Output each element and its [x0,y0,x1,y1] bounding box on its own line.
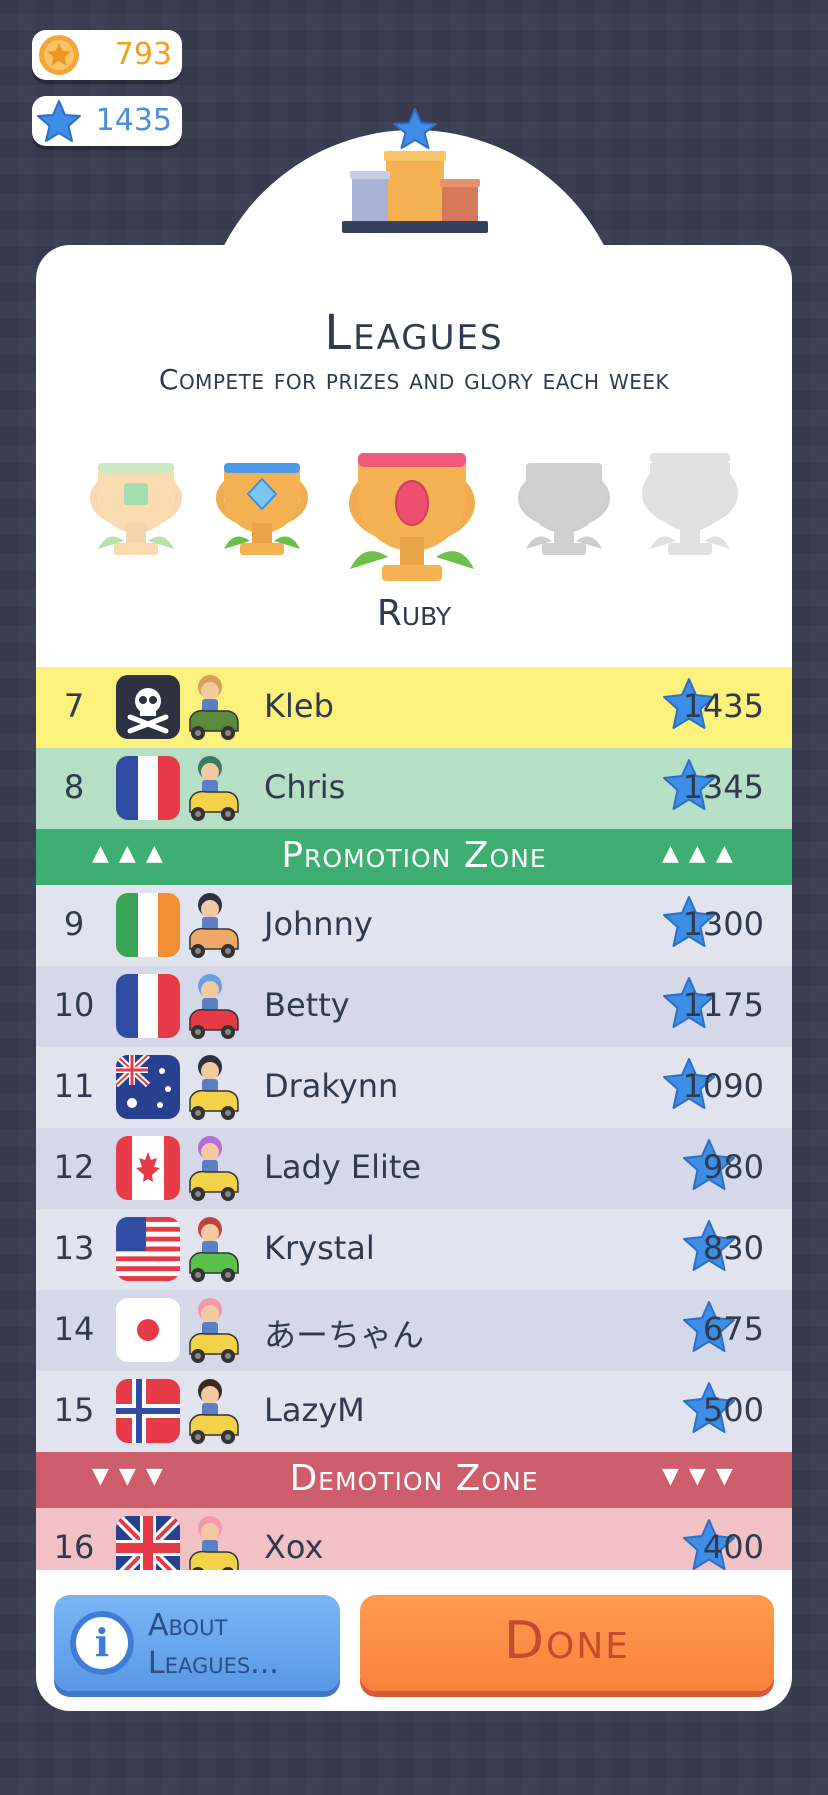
ruby-trophy-icon [349,453,475,581]
star-counter[interactable]: 1435 [32,96,182,146]
uk-flag-icon [116,1516,180,1570]
done-label: Done [503,1611,631,1671]
norway-flag-icon [116,1379,180,1443]
rank-number: 13 [53,1229,95,1267]
rank-number: 12 [53,1148,95,1186]
player-score: 500 [702,1391,764,1429]
leagues-card: Leagues Compete for prizes and glory eac… [36,245,792,1711]
racer-avatar [186,1051,240,1123]
player-score: 1345 [682,768,764,806]
rank-number: 14 [53,1310,95,1348]
coin-icon [39,35,79,75]
player-name: Betty [264,986,350,1024]
locked-trophy-icon [518,463,610,555]
france-flag-icon [116,756,180,820]
player-name: Krystal [264,1229,375,1267]
player-name: Johnny [264,905,373,943]
racer-avatar [186,970,240,1042]
table-row[interactable]: 14 あーちゃん 675 [36,1290,792,1371]
player-score: 400 [702,1528,764,1566]
page-subtitle: Compete for prizes and glory each week [158,363,670,396]
player-score: 1175 [682,986,764,1024]
leaderboard: 7 Kleb 1435 8 Chris 1345 ▲▲▲ Promotion Zon… [36,667,792,1711]
rank-number: 8 [63,768,85,806]
france-flag-icon [116,974,180,1038]
info-icon: i [70,1611,134,1675]
racer-avatar [186,889,240,961]
table-row[interactable]: 10 Betty 1175 [36,966,792,1047]
ireland-flag-icon [116,893,180,957]
coin-counter[interactable]: 793 [32,30,182,80]
racer-avatar [186,752,240,824]
star-count: 1435 [95,103,172,138]
rank-number: 16 [53,1528,95,1566]
player-name: Chris [264,768,346,806]
about-leagues-label: About Leagues... [148,1608,279,1681]
player-score: 1435 [682,687,764,725]
podium-icon [342,108,488,233]
usa-flag-icon [116,1217,180,1281]
table-row[interactable]: 12 Lady Elite 980 [36,1128,792,1209]
demotion-zone-banner: ▼▼▼ Demotion Zone ▼▼▼ [36,1452,792,1508]
racer-avatar [186,1132,240,1204]
table-row[interactable]: 9 Johnny 1300 [36,885,792,966]
table-row[interactable]: 8 Chris 1345 [36,748,792,829]
star-icon [37,100,81,142]
about-leagues-button[interactable]: i About Leagues... [54,1595,340,1691]
rank-number: 11 [53,1067,95,1105]
rank-number: 15 [53,1391,95,1429]
racer-avatar [186,671,240,743]
player-score: 1300 [682,905,764,943]
page-title: Leagues [324,305,504,361]
racer-avatar [186,1294,240,1366]
coin-count: 793 [114,37,172,72]
player-name: あーちゃん [264,1316,425,1354]
japan-flag-icon [116,1298,180,1362]
rank-number: 7 [63,687,85,725]
player-score: 980 [702,1148,764,1186]
promotion-arrows-icon: ▲▲▲ [662,841,743,866]
player-name: Xox [264,1528,324,1566]
table-row-player[interactable]: 7 Kleb 1435 [36,667,792,748]
canada-flag-icon [116,1136,180,1200]
emerald-trophy-icon [90,463,182,555]
racer-avatar [186,1375,240,1447]
australia-flag-icon [116,1055,180,1119]
player-name: Drakynn [264,1067,399,1105]
rank-number: 9 [63,905,85,943]
locked-trophy-icon [642,453,738,555]
table-row[interactable]: 11 Drakynn 1090 [36,1047,792,1128]
current-league-name: Ruby [376,593,452,634]
league-trophies [90,453,738,581]
table-row[interactable]: 16 Xox 400 [36,1508,792,1570]
player-name: LazyM [264,1391,365,1429]
skull-flag-icon [116,675,180,739]
racer-avatar [186,1512,240,1570]
player-score: 1090 [682,1067,764,1105]
done-button[interactable]: Done [360,1595,774,1691]
player-score: 830 [702,1229,764,1267]
player-name: Kleb [264,687,334,725]
rank-number: 10 [53,986,95,1024]
promotion-zone-banner: ▲▲▲ Promotion Zone ▲▲▲ [36,829,792,885]
demotion-arrows-icon: ▼▼▼ [662,1464,743,1489]
diamond-trophy-icon [216,463,308,555]
table-row[interactable]: 15 LazyM 500 [36,1371,792,1452]
player-score: 675 [702,1310,764,1348]
table-row[interactable]: 13 Krystal 830 [36,1209,792,1290]
player-name: Lady Elite [264,1148,422,1186]
racer-avatar [186,1213,240,1285]
